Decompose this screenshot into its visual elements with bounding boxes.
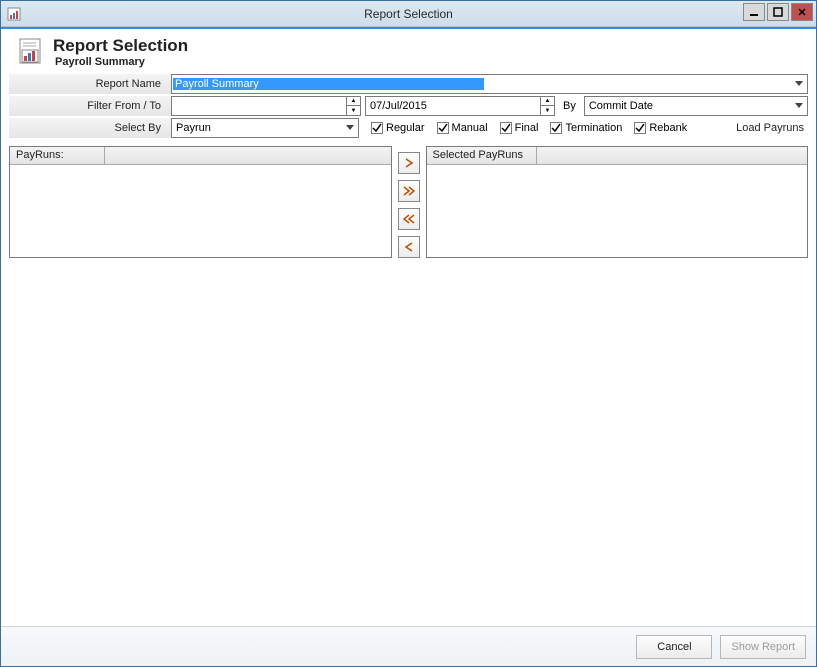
- checkbox-label: Final: [515, 122, 539, 134]
- lists-area: PayRuns: Selected PayRuns: [1, 140, 816, 258]
- titlebar: Report Selection: [1, 1, 816, 27]
- checkbox-label: Rebank: [649, 122, 687, 134]
- show-report-button[interactable]: Show Report: [720, 635, 806, 659]
- payruns-list[interactable]: PayRuns:: [9, 146, 392, 258]
- checkbox-label: Regular: [386, 122, 425, 134]
- minimize-button[interactable]: [743, 3, 765, 21]
- move-left-button[interactable]: [398, 236, 420, 258]
- move-right-button[interactable]: [398, 152, 420, 174]
- filter-from-input[interactable]: ▲ ▼: [171, 96, 361, 116]
- row-report-name: Report Name Payroll Summary: [9, 74, 808, 94]
- selected-payruns-list-header-label: Selected PayRuns: [427, 147, 537, 165]
- report-name-value: Payroll Summary: [173, 78, 484, 90]
- window-title: Report Selection: [1, 7, 816, 21]
- payruns-list-body: [10, 165, 391, 257]
- spinner-down-icon[interactable]: ▼: [346, 106, 360, 115]
- by-label: By: [559, 100, 580, 112]
- page-subtitle: Payroll Summary: [55, 56, 188, 68]
- select-by-combo[interactable]: Payrun: [171, 118, 359, 138]
- close-button[interactable]: [791, 3, 813, 21]
- form-area: Report Name Payroll Summary Filter From …: [1, 74, 816, 140]
- checkbox-label: Manual: [452, 122, 488, 134]
- filter-from-spinner: ▲ ▼: [346, 97, 360, 115]
- checkbox-manual[interactable]: Manual: [437, 122, 488, 134]
- window-controls: [743, 3, 813, 21]
- checkbox-icon: [437, 122, 449, 134]
- select-by-label: Select By: [9, 118, 171, 138]
- transfer-buttons: [398, 146, 420, 258]
- checkbox-label: Termination: [565, 122, 622, 134]
- row-select-by: Select By Payrun Regular Manual: [9, 118, 808, 138]
- selected-payruns-list[interactable]: Selected PayRuns: [426, 146, 809, 258]
- report-name-combo[interactable]: Payroll Summary: [171, 74, 808, 94]
- payruns-list-header-spacer: [105, 147, 391, 165]
- page-title: Report Selection: [53, 37, 188, 56]
- filter-to-input[interactable]: 07/Jul/2015 ▲ ▼: [365, 96, 555, 116]
- selected-payruns-list-header: Selected PayRuns: [427, 147, 808, 165]
- row-filter: Filter From / To ▲ ▼ 07/Jul/2015 ▲ ▼: [9, 96, 808, 116]
- window: Report Selection: [0, 0, 817, 667]
- filter-label: Filter From / To: [9, 96, 171, 116]
- checkbox-icon: [371, 122, 383, 134]
- app-icon: [7, 7, 21, 21]
- report-icon: [19, 38, 43, 66]
- footer: Cancel Show Report: [1, 626, 816, 666]
- by-combo[interactable]: Commit Date: [584, 96, 808, 116]
- by-value: Commit Date: [585, 100, 791, 112]
- checkbox-final[interactable]: Final: [500, 122, 539, 134]
- page-header: Report Selection Payroll Summary: [1, 29, 816, 74]
- selected-payruns-list-header-spacer: [537, 147, 808, 165]
- payruns-list-header-label: PayRuns:: [10, 147, 105, 165]
- spinner-up-icon[interactable]: ▲: [540, 97, 554, 107]
- chevron-down-icon[interactable]: [791, 75, 807, 93]
- maximize-button[interactable]: [767, 3, 789, 21]
- filter-to-spinner: ▲ ▼: [540, 97, 554, 115]
- checkbox-icon: [634, 122, 646, 134]
- chevron-down-icon[interactable]: [791, 97, 807, 115]
- page-titles: Report Selection Payroll Summary: [53, 37, 188, 68]
- report-name-label: Report Name: [9, 74, 171, 94]
- cancel-button[interactable]: Cancel: [636, 635, 712, 659]
- chevron-down-icon[interactable]: [342, 119, 358, 137]
- filter-to-value: 07/Jul/2015: [366, 100, 540, 112]
- payruns-list-header: PayRuns:: [10, 147, 391, 165]
- checkbox-termination[interactable]: Termination: [550, 122, 622, 134]
- empty-space: [1, 258, 816, 626]
- checkbox-rebank[interactable]: Rebank: [634, 122, 687, 134]
- select-by-value: Payrun: [172, 122, 342, 134]
- checkbox-regular[interactable]: Regular: [371, 122, 425, 134]
- load-payruns-button[interactable]: Load Payruns: [732, 122, 808, 134]
- checkbox-icon: [500, 122, 512, 134]
- checkbox-icon: [550, 122, 562, 134]
- spinner-down-icon[interactable]: ▼: [540, 106, 554, 115]
- move-all-left-button[interactable]: [398, 208, 420, 230]
- selected-payruns-list-body: [427, 165, 808, 257]
- spinner-up-icon[interactable]: ▲: [346, 97, 360, 107]
- move-all-right-button[interactable]: [398, 180, 420, 202]
